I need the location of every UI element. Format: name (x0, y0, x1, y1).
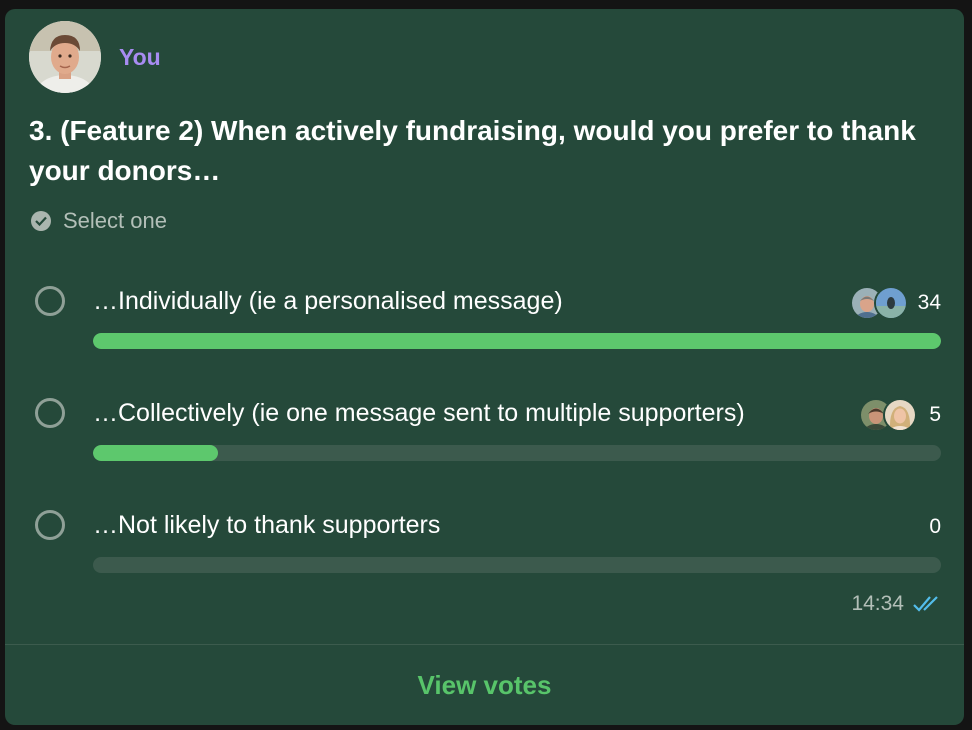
vote-bar-track (93, 557, 941, 573)
option-votes[interactable]: 0 (917, 510, 941, 544)
option-votes[interactable]: 5 (859, 398, 941, 432)
vote-bar-fill (93, 445, 218, 461)
sender-name: You (119, 43, 161, 70)
double-check-icon (913, 596, 938, 612)
poll-question: 3. (Feature 2) When actively fundraising… (29, 115, 916, 186)
option-radio[interactable] (35, 510, 65, 540)
sender-avatar[interactable] (29, 21, 101, 93)
message-header: You (29, 21, 161, 93)
voter-avatar (883, 398, 917, 432)
view-votes-button[interactable]: View votes (5, 645, 964, 725)
option-radio[interactable] (35, 398, 65, 428)
vote-count: 34 (917, 291, 941, 314)
voter-avatar (873, 286, 908, 320)
message-time: 14:34 (851, 592, 904, 615)
poll-option[interactable]: …Collectively (ie one message sent to mu… (35, 398, 941, 478)
poll-hint-text: Select one (63, 208, 167, 233)
check-circle-icon (31, 211, 51, 231)
option-radio[interactable] (35, 286, 65, 316)
option-votes[interactable]: 34 (849, 286, 941, 320)
message-meta: 14:34 (851, 592, 942, 616)
vote-bar-track (93, 333, 941, 349)
option-label: …Collectively (ie one message sent to mu… (93, 399, 745, 427)
vote-count: 5 (929, 403, 941, 426)
poll-option[interactable]: …Not likely to thank supporters 0 (35, 510, 941, 590)
poll-option[interactable]: …Individually (ie a personalised message… (35, 286, 941, 366)
vote-count: 0 (929, 515, 941, 538)
vote-bar-track (93, 445, 941, 461)
option-label: …Individually (ie a personalised message… (93, 287, 563, 315)
option-label: …Not likely to thank supporters (93, 511, 441, 539)
poll-message-bubble: You 3. (Feature 2) When actively fundrai… (5, 9, 964, 725)
poll-hint: Select one (31, 208, 167, 234)
vote-bar-fill (93, 333, 941, 349)
